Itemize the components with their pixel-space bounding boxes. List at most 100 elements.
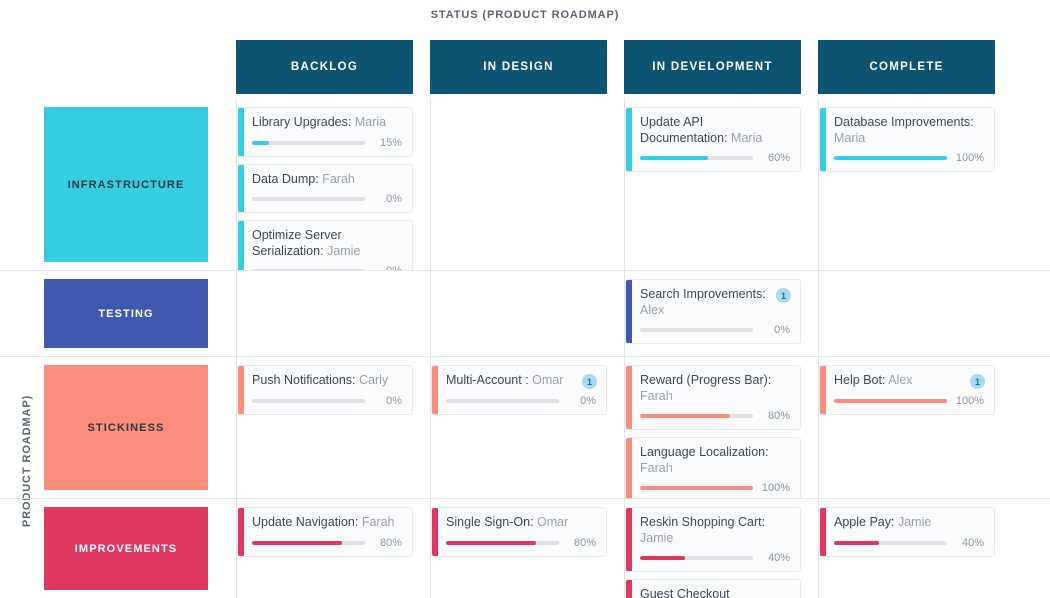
card-count-badge[interactable]: 1: [970, 374, 985, 389]
cell-testing-in-design[interactable]: [430, 271, 624, 356]
card-accent-bar: [626, 366, 632, 429]
progress-track: [446, 398, 559, 403]
progress-fill: [252, 140, 269, 145]
task-card[interactable]: Update Navigation: Farah 80%: [237, 507, 413, 557]
task-card[interactable]: Push Notifications: Carly 0%: [237, 365, 413, 415]
column-header-label: BACKLOG: [290, 61, 359, 73]
card-accent-bar: [238, 221, 244, 270]
card-progress: 15%: [252, 137, 402, 149]
row-label-improvements[interactable]: IMPROVEMENTS: [44, 507, 208, 590]
task-card[interactable]: Library Upgrades: Maria 15%: [237, 107, 413, 157]
progress-percent-label: 100%: [955, 152, 984, 164]
column-header-label: IN DESIGN: [483, 61, 554, 73]
card-title: Database Improvements: Maria: [834, 115, 984, 146]
task-card[interactable]: Guest Checkout: [625, 579, 801, 598]
card-title: Push Notifications: Carly: [252, 373, 402, 389]
board-row-infrastructure: INFRASTRUCTURE Library Upgrades: Maria 15%…: [0, 99, 1050, 271]
card-progress: 0%: [252, 193, 402, 205]
progress-percent-label: 100%: [955, 394, 984, 407]
cell-improvements-complete[interactable]: Apple Pay: Jamie 40%: [818, 499, 1012, 598]
progress-track: [252, 398, 365, 403]
cell-testing-in-development[interactable]: Search Improvements: Alex 1 0%: [624, 271, 818, 356]
card-accent-bar: [238, 508, 244, 556]
cell-infrastructure-complete[interactable]: Database Improvements: Maria 100%: [818, 99, 1012, 270]
cell-improvements-in-design[interactable]: Single Sign-On: Omar 80%: [430, 499, 624, 598]
row-label-infrastructure[interactable]: INFRASTRUCTURE: [44, 107, 208, 262]
column-header-in-development[interactable]: IN DEVELOPMENT: [624, 40, 801, 94]
column-header-complete[interactable]: COMPLETE: [818, 40, 995, 94]
progress-fill: [834, 540, 880, 545]
cell-testing-complete[interactable]: [818, 271, 1012, 356]
card-title: Update Navigation: Farah: [252, 515, 402, 531]
card-accent-bar: [432, 366, 438, 414]
card-title-text: Data Dump:: [252, 171, 319, 186]
task-card[interactable]: Help Bot: Alex 1 100%: [819, 365, 995, 415]
card-title: Search Improvements: Alex: [640, 287, 790, 318]
task-card[interactable]: Search Improvements: Alex 1 0%: [625, 279, 801, 344]
board-row-testing: TESTING Search Improvements: Alex 1 0%: [0, 271, 1050, 357]
progress-percent-label: 100%: [761, 482, 790, 494]
progress-fill: [640, 556, 686, 560]
card-title-text: Apple Pay:: [834, 515, 895, 529]
progress-track: [834, 398, 947, 403]
task-card[interactable]: Apple Pay: Jamie 40%: [819, 507, 995, 557]
card-title: Data Dump: Farah: [252, 172, 402, 188]
task-card[interactable]: Data Dump: Farah 0%: [237, 163, 413, 213]
cell-improvements-in-development[interactable]: Reskin Shopping Cart: Jamie 40% Guest Chec…: [624, 499, 818, 598]
card-count-badge[interactable]: 1: [776, 288, 791, 303]
row-label-cell: IMPROVEMENTS: [0, 499, 236, 598]
card-title: Library Upgrades: Maria: [252, 115, 402, 131]
task-card[interactable]: Language Localization: Farah 100%: [625, 437, 801, 498]
card-title-text: Reskin Shopping Cart:: [640, 515, 766, 529]
card-title: Help Bot: Alex: [834, 373, 984, 389]
cell-improvements-backlog[interactable]: Update Navigation: Farah 80%: [236, 499, 430, 598]
task-card[interactable]: Update API Documentation: Maria 60%: [625, 107, 801, 172]
card-progress: 100%: [834, 152, 984, 164]
card-accent-bar: [626, 508, 632, 571]
progress-track: [640, 556, 753, 560]
progress-fill: [640, 156, 708, 160]
progress-track: [446, 540, 559, 545]
card-title-text: Library Upgrades:: [252, 115, 352, 129]
progress-percent-label: 15%: [379, 136, 402, 149]
cell-stickiness-in-design[interactable]: Multi-Account : Omar 1 0%: [430, 357, 624, 498]
card-assignee: Jamie: [640, 530, 674, 545]
task-card[interactable]: Single Sign-On: Omar 80%: [431, 507, 607, 557]
task-card[interactable]: Reskin Shopping Cart: Jamie 40%: [625, 507, 801, 572]
board-row-stickiness: STICKINESS Push Notifications: Carly 0% Mul…: [0, 357, 1050, 499]
card-assignee: Jamie: [327, 243, 361, 258]
kanban-board: STATUS (PRODUCT ROADMAP) PRODUCT ROADMAP…: [0, 0, 1050, 598]
cell-testing-backlog[interactable]: [236, 271, 430, 356]
column-header-backlog[interactable]: BACKLOG: [236, 40, 413, 94]
cell-stickiness-backlog[interactable]: Push Notifications: Carly 0%: [236, 357, 430, 498]
column-header-label: COMPLETE: [869, 61, 944, 73]
card-assignee: Maria: [354, 115, 387, 129]
cell-stickiness-complete[interactable]: Help Bot: Alex 1 100%: [818, 357, 1012, 498]
progress-percent-label: 40%: [767, 552, 790, 564]
cell-infrastructure-in-development[interactable]: Update API Documentation: Maria 60%: [624, 99, 818, 270]
task-card[interactable]: Reward (Progress Bar): Farah 80%: [625, 365, 801, 430]
progress-percent-label: 40%: [961, 536, 984, 549]
task-card[interactable]: Database Improvements: Maria 100%: [819, 107, 995, 172]
cell-infrastructure-backlog[interactable]: Library Upgrades: Maria 15% Data Dump: Far…: [236, 99, 430, 270]
card-accent-bar: [238, 108, 244, 156]
card-title-text: Help Bot:: [834, 373, 886, 387]
task-card[interactable]: Optimize Server Serialization: Jamie 0%: [237, 220, 413, 270]
task-card[interactable]: Multi-Account : Omar 1 0%: [431, 365, 607, 415]
card-progress: 0%: [252, 395, 402, 407]
column-header-in-design[interactable]: IN DESIGN: [430, 40, 607, 94]
row-cells: Push Notifications: Carly 0% Multi-Account…: [236, 357, 1050, 498]
card-count-badge[interactable]: 1: [582, 374, 597, 389]
row-label-cell: STICKINESS: [0, 357, 236, 498]
progress-fill: [252, 540, 343, 545]
card-assignee: Maria: [834, 130, 866, 145]
row-cells: Update Navigation: Farah 80% Single Sign-O…: [236, 499, 1050, 598]
row-label-testing[interactable]: TESTING: [44, 279, 208, 348]
cell-stickiness-in-development[interactable]: Reward (Progress Bar): Farah 80% Language …: [624, 357, 818, 498]
row-label-stickiness[interactable]: STICKINESS: [44, 365, 208, 490]
row-label-cell: INFRASTRUCTURE: [0, 99, 236, 270]
card-progress: 60%: [640, 152, 790, 164]
card-title: Single Sign-On: Omar: [446, 515, 596, 531]
progress-fill: [834, 156, 947, 160]
cell-infrastructure-in-design[interactable]: [430, 99, 624, 270]
